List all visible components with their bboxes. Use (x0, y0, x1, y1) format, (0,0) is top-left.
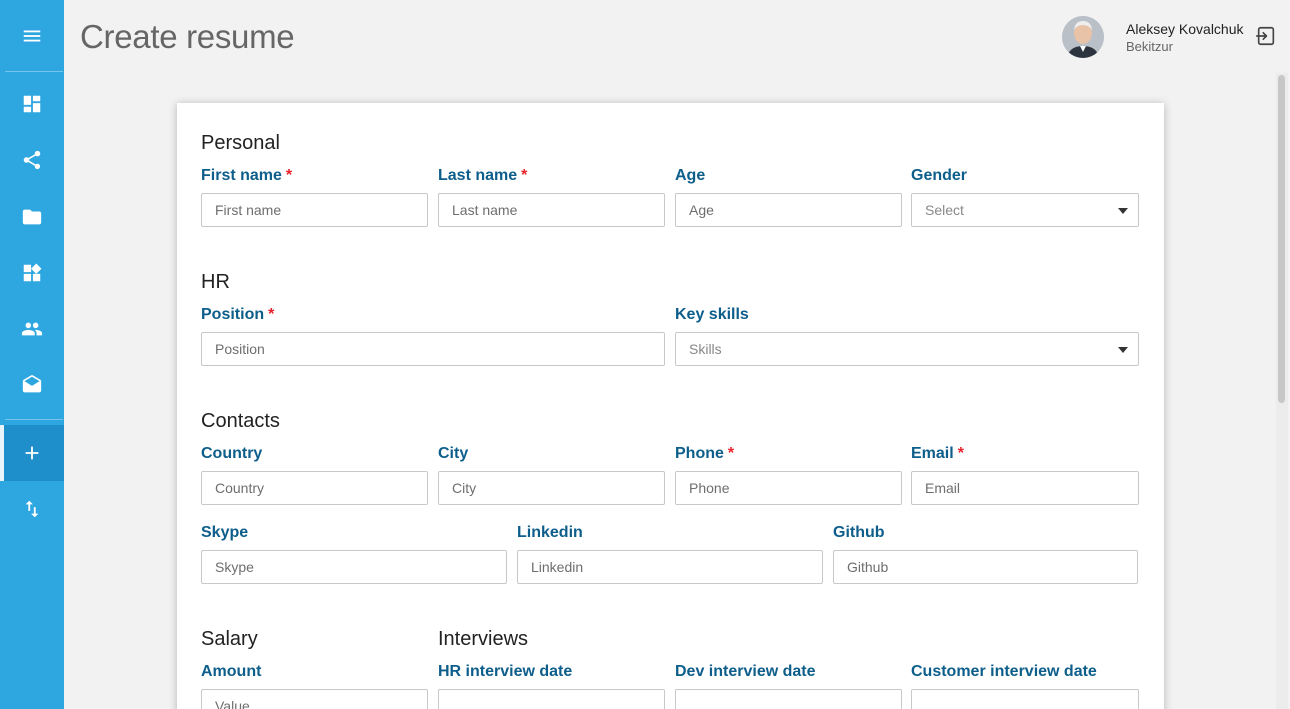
country-field[interactable]: Country (201, 471, 428, 505)
widgets-icon (23, 263, 42, 282)
menu-icon (23, 30, 41, 42)
sidebar-item-dashboard[interactable] (0, 76, 64, 132)
folder-icon (22, 209, 42, 225)
first-name-field[interactable]: First name (201, 193, 428, 227)
sidebar-item-create[interactable] (0, 425, 64, 481)
key-skills-select[interactable]: Skills (675, 332, 1139, 366)
github-label: Github (833, 524, 885, 541)
amount-label: Amount (201, 663, 262, 680)
section-title-personal: Personal (201, 132, 280, 154)
phone-field[interactable]: Phone (675, 471, 902, 505)
age-field[interactable]: Age (675, 193, 902, 227)
skype-field[interactable]: Skype (201, 550, 507, 584)
sidebar-item-folder[interactable] (0, 189, 64, 245)
add-icon (25, 446, 39, 460)
linkedin-field[interactable]: Linkedin (517, 550, 823, 584)
hr-interview-date-label: HR interview date (438, 663, 573, 680)
email-label: Email * (911, 445, 964, 462)
required-marker: * (285, 167, 293, 184)
required-marker: * (727, 445, 735, 462)
dev-interview-date-label: Dev interview date (675, 663, 816, 680)
sidebar-divider (5, 419, 63, 420)
menu-button[interactable] (0, 8, 64, 64)
position-label: Position * (201, 306, 275, 323)
page-title: Create resume (80, 18, 295, 55)
city-label: City (438, 445, 469, 462)
required-marker: * (957, 445, 964, 462)
page-scrollbar[interactable] (1276, 73, 1288, 709)
dropdown-arrow-icon (1118, 347, 1128, 353)
required-marker: * (268, 306, 275, 323)
scrollbar-thumb[interactable] (1278, 75, 1285, 403)
customer-interview-date-field[interactable] (911, 689, 1139, 709)
amount-field[interactable]: Value (201, 689, 428, 709)
last-name-label: Last name * (438, 167, 528, 184)
first-name-label: First name * (201, 167, 293, 184)
logout-button[interactable] (1255, 25, 1277, 47)
dropdown-arrow-icon (1118, 208, 1128, 214)
sidebar-item-widgets[interactable] (0, 245, 64, 301)
section-title-hr: HR (201, 271, 230, 293)
user-name: Aleksey Kovalchuk (1126, 20, 1244, 37)
import-export-icon (25, 500, 39, 518)
customer-interview-date-label: Customer interview date (911, 663, 1097, 680)
dev-interview-date-field[interactable] (675, 689, 902, 709)
user-org: Bekitzur (1126, 38, 1173, 54)
age-label: Age (675, 167, 706, 184)
phone-label: Phone * (675, 445, 735, 462)
dashboard-icon (23, 95, 41, 113)
last-name-field[interactable]: Last name (438, 193, 665, 227)
city-field[interactable]: City (438, 471, 665, 505)
avatar[interactable] (1062, 16, 1104, 58)
sidebar-item-share[interactable] (0, 132, 64, 188)
section-title-salary: Salary (201, 628, 258, 650)
hr-interview-date-field[interactable] (438, 689, 665, 709)
people-icon (21, 322, 43, 336)
section-title-contacts: Contacts (201, 410, 280, 432)
email-field[interactable]: Email (911, 471, 1139, 505)
share-icon (23, 150, 41, 170)
sidebar-divider (5, 71, 63, 72)
gender-label: Gender (911, 167, 968, 184)
resume-form-card: Personal First name * First name Last nam… (177, 103, 1164, 709)
sidebar-item-people[interactable] (0, 301, 64, 357)
mail-icon (22, 374, 42, 393)
required-marker: * (521, 167, 528, 184)
sidebar-item-import-export[interactable] (0, 481, 64, 537)
country-label: Country (201, 445, 263, 462)
sidebar-item-mail[interactable] (0, 357, 64, 413)
github-field[interactable]: Github (833, 550, 1138, 584)
user-info[interactable]: Aleksey Kovalchuk Bekitzur (1062, 16, 1244, 58)
skype-label: Skype (201, 524, 249, 541)
logout-icon (1256, 26, 1275, 46)
sidebar (0, 0, 64, 709)
key-skills-label: Key skills (675, 306, 749, 323)
position-field[interactable]: Position (201, 332, 665, 366)
linkedin-label: Linkedin (517, 524, 583, 541)
gender-select[interactable]: Select (911, 193, 1139, 227)
section-title-interviews: Interviews (438, 628, 529, 650)
